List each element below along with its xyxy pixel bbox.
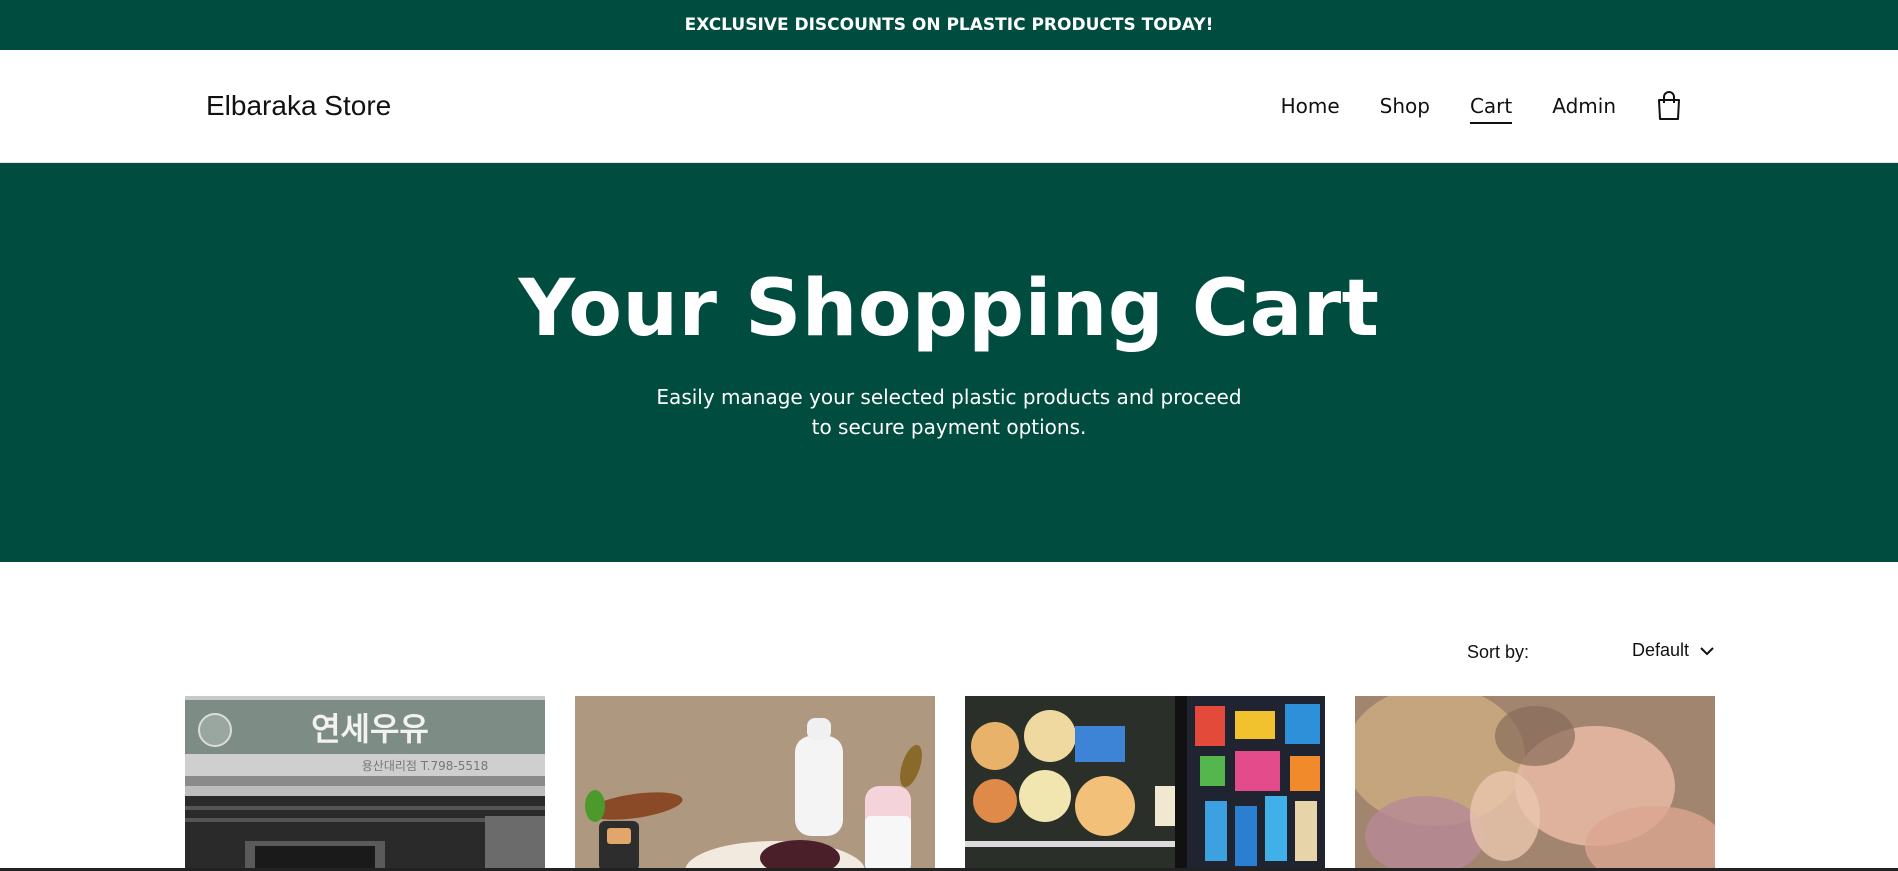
nav-admin[interactable]: Admin xyxy=(1552,88,1616,124)
chevron-down-icon xyxy=(1700,646,1714,655)
svg-text:용산대리점 T.798-5518: 용산대리점 T.798-5518 xyxy=(362,759,489,773)
nav-home[interactable]: Home xyxy=(1281,88,1340,124)
sort-bar: Sort by: Default xyxy=(0,562,1898,669)
product-card[interactable] xyxy=(1355,696,1715,871)
plastic-dolls-photo xyxy=(1355,696,1715,871)
sort-dropdown[interactable]: Default xyxy=(1632,640,1715,661)
main-nav: Home Shop Cart Admin xyxy=(1281,88,1616,124)
shopping-bag-icon[interactable] xyxy=(1656,91,1682,121)
announcement-bar: EXCLUSIVE DISCOUNTS ON PLASTIC PRODUCTS … xyxy=(0,0,1898,50)
sort-selected-value: Default xyxy=(1631,640,1689,660)
site-header: Elbaraka Store Home Shop Cart Admin xyxy=(0,50,1898,163)
svg-text:연세우유: 연세우유 xyxy=(311,710,429,748)
page-title: Your Shopping Cart xyxy=(518,263,1380,354)
announcement-text: EXCLUSIVE DISCOUNTS ON PLASTIC PRODUCTS … xyxy=(684,15,1214,35)
product-grid: 연세우유 용산대리점 T.798-5518 xyxy=(185,696,1715,871)
nav-cart[interactable]: Cart xyxy=(1469,88,1513,124)
korean-milk-shop-sign-photo: 연세우유 용산대리점 T.798-5518 xyxy=(185,696,545,871)
store-logo[interactable]: Elbaraka Store xyxy=(206,90,1281,122)
hero-subtitle: Easily manage your selected plastic prod… xyxy=(656,384,1242,439)
product-card[interactable]: 연세우유 용산대리점 T.798-5518 xyxy=(185,696,545,871)
product-card[interactable] xyxy=(575,696,935,871)
nav-shop[interactable]: Shop xyxy=(1380,88,1430,124)
product-card[interactable] xyxy=(965,696,1325,871)
hero-banner: Your Shopping Cart Easily manage your se… xyxy=(0,163,1898,562)
plastic-toy-food-photo xyxy=(575,696,935,871)
sort-label: Sort by: xyxy=(1466,642,1529,662)
shop-shelf-magnets-photo xyxy=(965,696,1325,871)
